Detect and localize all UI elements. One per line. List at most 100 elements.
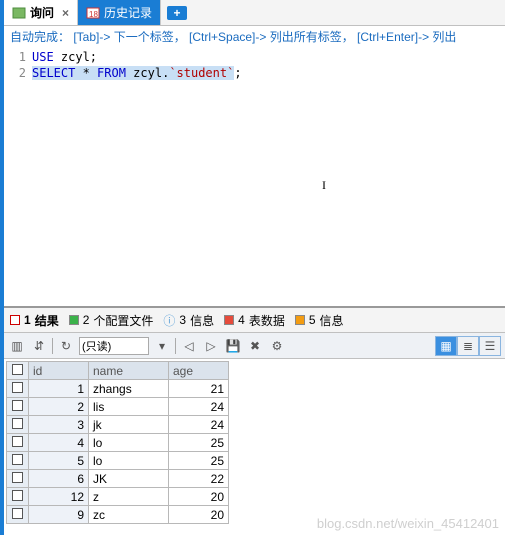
row-checkbox[interactable] <box>7 488 29 506</box>
card-view-button[interactable]: ☰ <box>479 336 501 356</box>
delete-button[interactable]: ✖ <box>246 337 264 355</box>
cell-id[interactable]: 2 <box>29 398 89 416</box>
cell-name[interactable]: lo <box>89 434 169 452</box>
next-row-button[interactable]: ▷ <box>202 337 220 355</box>
checkbox-icon[interactable] <box>12 508 23 519</box>
select-all-header[interactable] <box>7 362 29 380</box>
cell-name[interactable]: lis <box>89 398 169 416</box>
result-tab-info[interactable]: ⓘ 3 信息 <box>163 312 214 329</box>
prev-row-button[interactable]: ◁ <box>180 337 198 355</box>
cell-age[interactable]: 21 <box>169 380 229 398</box>
col-age[interactable]: age <box>169 362 229 380</box>
close-icon[interactable]: × <box>62 6 69 20</box>
tab-query[interactable]: 询问 × <box>4 0 78 25</box>
table-row[interactable]: 1zhangs21 <box>7 380 229 398</box>
cell-name[interactable]: JK <box>89 470 169 488</box>
info-icon: ⓘ <box>163 312 175 329</box>
col-name[interactable]: name <box>89 362 169 380</box>
cell-age[interactable]: 20 <box>169 506 229 524</box>
sql-string: `student` <box>169 66 234 80</box>
cell-name[interactable]: lo <box>89 452 169 470</box>
table-row[interactable]: 4lo25 <box>7 434 229 452</box>
table-row[interactable]: 9zc20 <box>7 506 229 524</box>
cell-id[interactable]: 5 <box>29 452 89 470</box>
row-checkbox[interactable] <box>7 470 29 488</box>
editor-code[interactable]: USE zcyl; SELECT * FROM zcyl.`student`; … <box>32 47 505 306</box>
separator <box>52 338 53 354</box>
result-tab-messages[interactable]: 5 信息 <box>295 312 344 329</box>
dropdown-icon[interactable]: ▾ <box>153 337 171 355</box>
tab-history-label: 历史记录 <box>104 4 152 21</box>
row-checkbox[interactable] <box>7 380 29 398</box>
col-id[interactable]: id <box>29 362 89 380</box>
sql-keyword: FROM <box>97 66 126 80</box>
cell-id[interactable]: 6 <box>29 470 89 488</box>
checkbox-icon[interactable] <box>12 490 23 501</box>
cell-id[interactable]: 9 <box>29 506 89 524</box>
sql-text: * <box>75 66 97 80</box>
result-icon <box>10 315 20 325</box>
row-checkbox[interactable] <box>7 398 29 416</box>
list-view-button[interactable]: ≣ <box>457 336 479 356</box>
tab-number: 4 <box>238 313 245 327</box>
autocomplete-hint: 自动完成： [Tab]-> 下一个标签， [Ctrl+Space]-> 列出所有… <box>4 26 505 47</box>
table-row[interactable]: 6JK22 <box>7 470 229 488</box>
watermark: blog.csdn.net/weixin_45412401 <box>317 516 499 531</box>
result-tabbar: 1 结果 2 个配置文件 ⓘ 3 信息 4 表数据 5 信息 <box>4 307 505 333</box>
checkbox-icon[interactable] <box>12 454 23 465</box>
cell-id[interactable]: 3 <box>29 416 89 434</box>
filter-button[interactable]: ▥ <box>8 337 26 355</box>
cell-age[interactable]: 24 <box>169 416 229 434</box>
save-button[interactable]: 💾 <box>224 337 242 355</box>
cell-age[interactable]: 24 <box>169 398 229 416</box>
cell-age[interactable]: 25 <box>169 434 229 452</box>
row-checkbox[interactable] <box>7 506 29 524</box>
grid-header: id name age <box>7 362 229 380</box>
row-checkbox[interactable] <box>7 416 29 434</box>
tab-query-label: 询问 <box>30 4 54 21</box>
cell-name[interactable]: z <box>89 488 169 506</box>
tab-number: 3 <box>179 313 186 327</box>
sort-button[interactable]: ⇵ <box>30 337 48 355</box>
result-grid[interactable]: id name age 1zhangs212lis243jk244lo255lo… <box>6 361 229 524</box>
tab-history[interactable]: 18 历史记录 <box>78 0 161 25</box>
tab-label: 信息 <box>320 312 344 329</box>
table-row[interactable]: 12z20 <box>7 488 229 506</box>
cell-age[interactable]: 22 <box>169 470 229 488</box>
row-checkbox[interactable] <box>7 434 29 452</box>
new-tab-button[interactable]: + <box>167 6 187 20</box>
sql-icon <box>12 6 26 20</box>
grid-view-button[interactable]: ▦ <box>435 336 457 356</box>
cell-id[interactable]: 4 <box>29 434 89 452</box>
result-tab-profiles[interactable]: 2 个配置文件 <box>69 312 154 329</box>
table-row[interactable]: 5lo25 <box>7 452 229 470</box>
tab-number: 1 <box>24 313 31 327</box>
result-tab-tabledata[interactable]: 4 表数据 <box>224 312 285 329</box>
cell-age[interactable]: 25 <box>169 452 229 470</box>
cell-name[interactable]: zhangs <box>89 380 169 398</box>
line-number: 2 <box>4 65 26 81</box>
separator <box>175 338 176 354</box>
line-number: 1 <box>4 49 26 65</box>
cell-name[interactable]: zc <box>89 506 169 524</box>
cell-id[interactable]: 12 <box>29 488 89 506</box>
table-row[interactable]: 3jk24 <box>7 416 229 434</box>
cell-id[interactable]: 1 <box>29 380 89 398</box>
result-tab-results[interactable]: 1 结果 <box>10 312 59 329</box>
editor-gutter: 1 2 <box>4 47 32 306</box>
checkbox-icon[interactable] <box>12 418 23 429</box>
cell-name[interactable]: jk <box>89 416 169 434</box>
refresh-button[interactable]: ↻ <box>57 337 75 355</box>
checkbox-icon[interactable] <box>12 400 23 411</box>
checkbox-icon[interactable] <box>12 382 23 393</box>
readonly-mode-select[interactable] <box>79 337 149 355</box>
settings-button[interactable]: ⚙ <box>268 337 286 355</box>
row-checkbox[interactable] <box>7 452 29 470</box>
checkbox-icon[interactable] <box>12 472 23 483</box>
checkbox-icon[interactable] <box>12 364 23 375</box>
tab-label: 表数据 <box>249 312 285 329</box>
table-row[interactable]: 2lis24 <box>7 398 229 416</box>
checkbox-icon[interactable] <box>12 436 23 447</box>
sql-editor[interactable]: 1 2 USE zcyl; SELECT * FROM zcyl.`studen… <box>4 47 505 307</box>
cell-age[interactable]: 20 <box>169 488 229 506</box>
